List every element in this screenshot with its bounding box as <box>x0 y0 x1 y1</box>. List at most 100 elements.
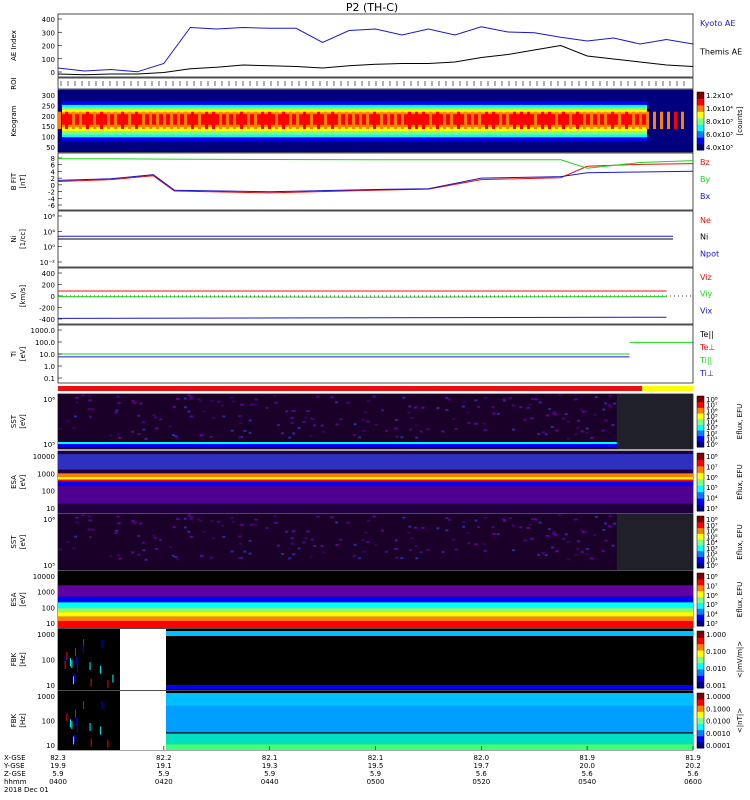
keogram-cell <box>576 111 579 130</box>
keogram-cell <box>282 111 285 130</box>
x-tick-label: 82.1 <box>262 754 278 762</box>
sst-cell <box>534 518 538 521</box>
keogram-cell <box>128 111 131 130</box>
x-tick-label: 19.9 <box>50 762 66 770</box>
esa-band <box>58 621 693 628</box>
colorbar-tick-label: 0.100 <box>706 648 726 656</box>
sst-cell <box>137 433 141 436</box>
y-axis-unit: [eV] <box>19 474 27 489</box>
colorbar-segment <box>697 681 704 689</box>
fbk-line <box>76 656 78 665</box>
fbk-line <box>90 738 92 747</box>
sst-cell <box>199 554 203 557</box>
legend-entry: Themis AE <box>699 48 742 57</box>
sst-cell <box>309 434 313 437</box>
colorbar-segment <box>697 705 704 712</box>
sst-cell <box>482 543 486 546</box>
keogram-cell <box>275 111 278 130</box>
sst-cell <box>567 558 571 561</box>
y-tick-label: 1000 <box>37 693 55 701</box>
y-axis-label: Ti <box>10 351 18 358</box>
panel-frame <box>57 77 694 90</box>
sst-cell <box>374 423 378 426</box>
colorbar-segment <box>697 584 704 592</box>
sst-cell <box>253 403 257 406</box>
fbk-line <box>100 726 102 735</box>
colorbar-segment <box>697 608 704 615</box>
sst-cell <box>158 538 162 541</box>
sst-cell <box>339 538 343 541</box>
sst-cell <box>217 400 221 403</box>
sst-cell <box>410 416 414 419</box>
sst-cell <box>288 557 292 560</box>
sst-cell <box>548 407 552 410</box>
colorbar-segment <box>697 435 704 442</box>
sst-cell <box>353 543 357 546</box>
sst-cell <box>285 530 289 533</box>
fbk-line <box>72 736 74 745</box>
sst-cell <box>574 554 578 557</box>
sst-cell <box>538 401 542 404</box>
sst-cell <box>288 436 292 439</box>
sst-cell <box>58 548 62 551</box>
sst-cell <box>66 420 70 423</box>
panel-ti: 1000.0 100.0 10.0 1.0 0.1 Ti [eV] Te|| Te⊥ Ti|| Ti… <box>10 324 715 384</box>
sst-cell <box>231 520 235 523</box>
y-tick-label: 10⁵ <box>43 562 55 570</box>
keogram-cell <box>667 111 670 130</box>
sst-cell <box>394 418 398 421</box>
keogram-cell <box>639 111 642 130</box>
keogram-cell <box>72 111 75 130</box>
sst-cell <box>476 405 480 408</box>
sst-cell <box>265 527 269 530</box>
sst-cell <box>254 398 258 401</box>
sst-cell <box>176 397 180 400</box>
colorbar-segment <box>697 578 704 586</box>
sst-cell <box>238 415 242 418</box>
x-tick-label: 20.0 <box>579 762 595 770</box>
sst-cell <box>531 518 535 521</box>
keogram-cell <box>324 111 327 130</box>
colorbar-segment <box>697 521 704 529</box>
colorbar-segment <box>697 602 704 609</box>
sst-cell <box>361 418 365 421</box>
sst-cell <box>441 430 445 433</box>
sst-cell <box>302 541 306 544</box>
colorbar-tick-label: 10⁷ <box>706 582 718 590</box>
sst-cell <box>574 518 578 521</box>
colorbar-tick-label: 1.000 <box>706 631 726 639</box>
keogram-cell <box>611 111 614 130</box>
sst-cell <box>316 515 320 518</box>
sst-cell <box>88 519 92 522</box>
fbk-line <box>66 713 68 722</box>
sst-cell <box>576 540 580 543</box>
sst-cell <box>330 516 334 519</box>
sst-cell <box>231 400 235 403</box>
esa-band <box>58 473 693 478</box>
keogram-cell <box>93 111 96 130</box>
keogram-cell <box>86 111 89 130</box>
sst-cell <box>144 437 148 440</box>
sst-cell <box>474 543 478 546</box>
sst-cell <box>445 409 449 412</box>
keogram-cell <box>261 111 264 130</box>
spectrogram-kp <box>58 90 693 152</box>
keogram-cell <box>520 111 523 130</box>
panel-frame <box>57 152 694 211</box>
keogram-cell <box>149 111 152 130</box>
sst-cell <box>496 412 500 415</box>
keogram-cell <box>422 111 425 130</box>
sst-cell <box>91 408 95 411</box>
colorbar-segment <box>697 396 704 403</box>
sst-cell <box>230 516 234 519</box>
sst-cell <box>537 553 541 556</box>
x-tick-label: 19.7 <box>474 762 490 770</box>
sst-cell <box>511 549 515 552</box>
colorbar-segment <box>697 729 704 737</box>
sst-cell <box>545 414 549 417</box>
sst-cell <box>198 519 202 522</box>
sst-cell <box>550 546 554 549</box>
sst-cell <box>585 548 589 551</box>
sst-cell <box>584 410 588 413</box>
sst-cell <box>183 517 187 520</box>
